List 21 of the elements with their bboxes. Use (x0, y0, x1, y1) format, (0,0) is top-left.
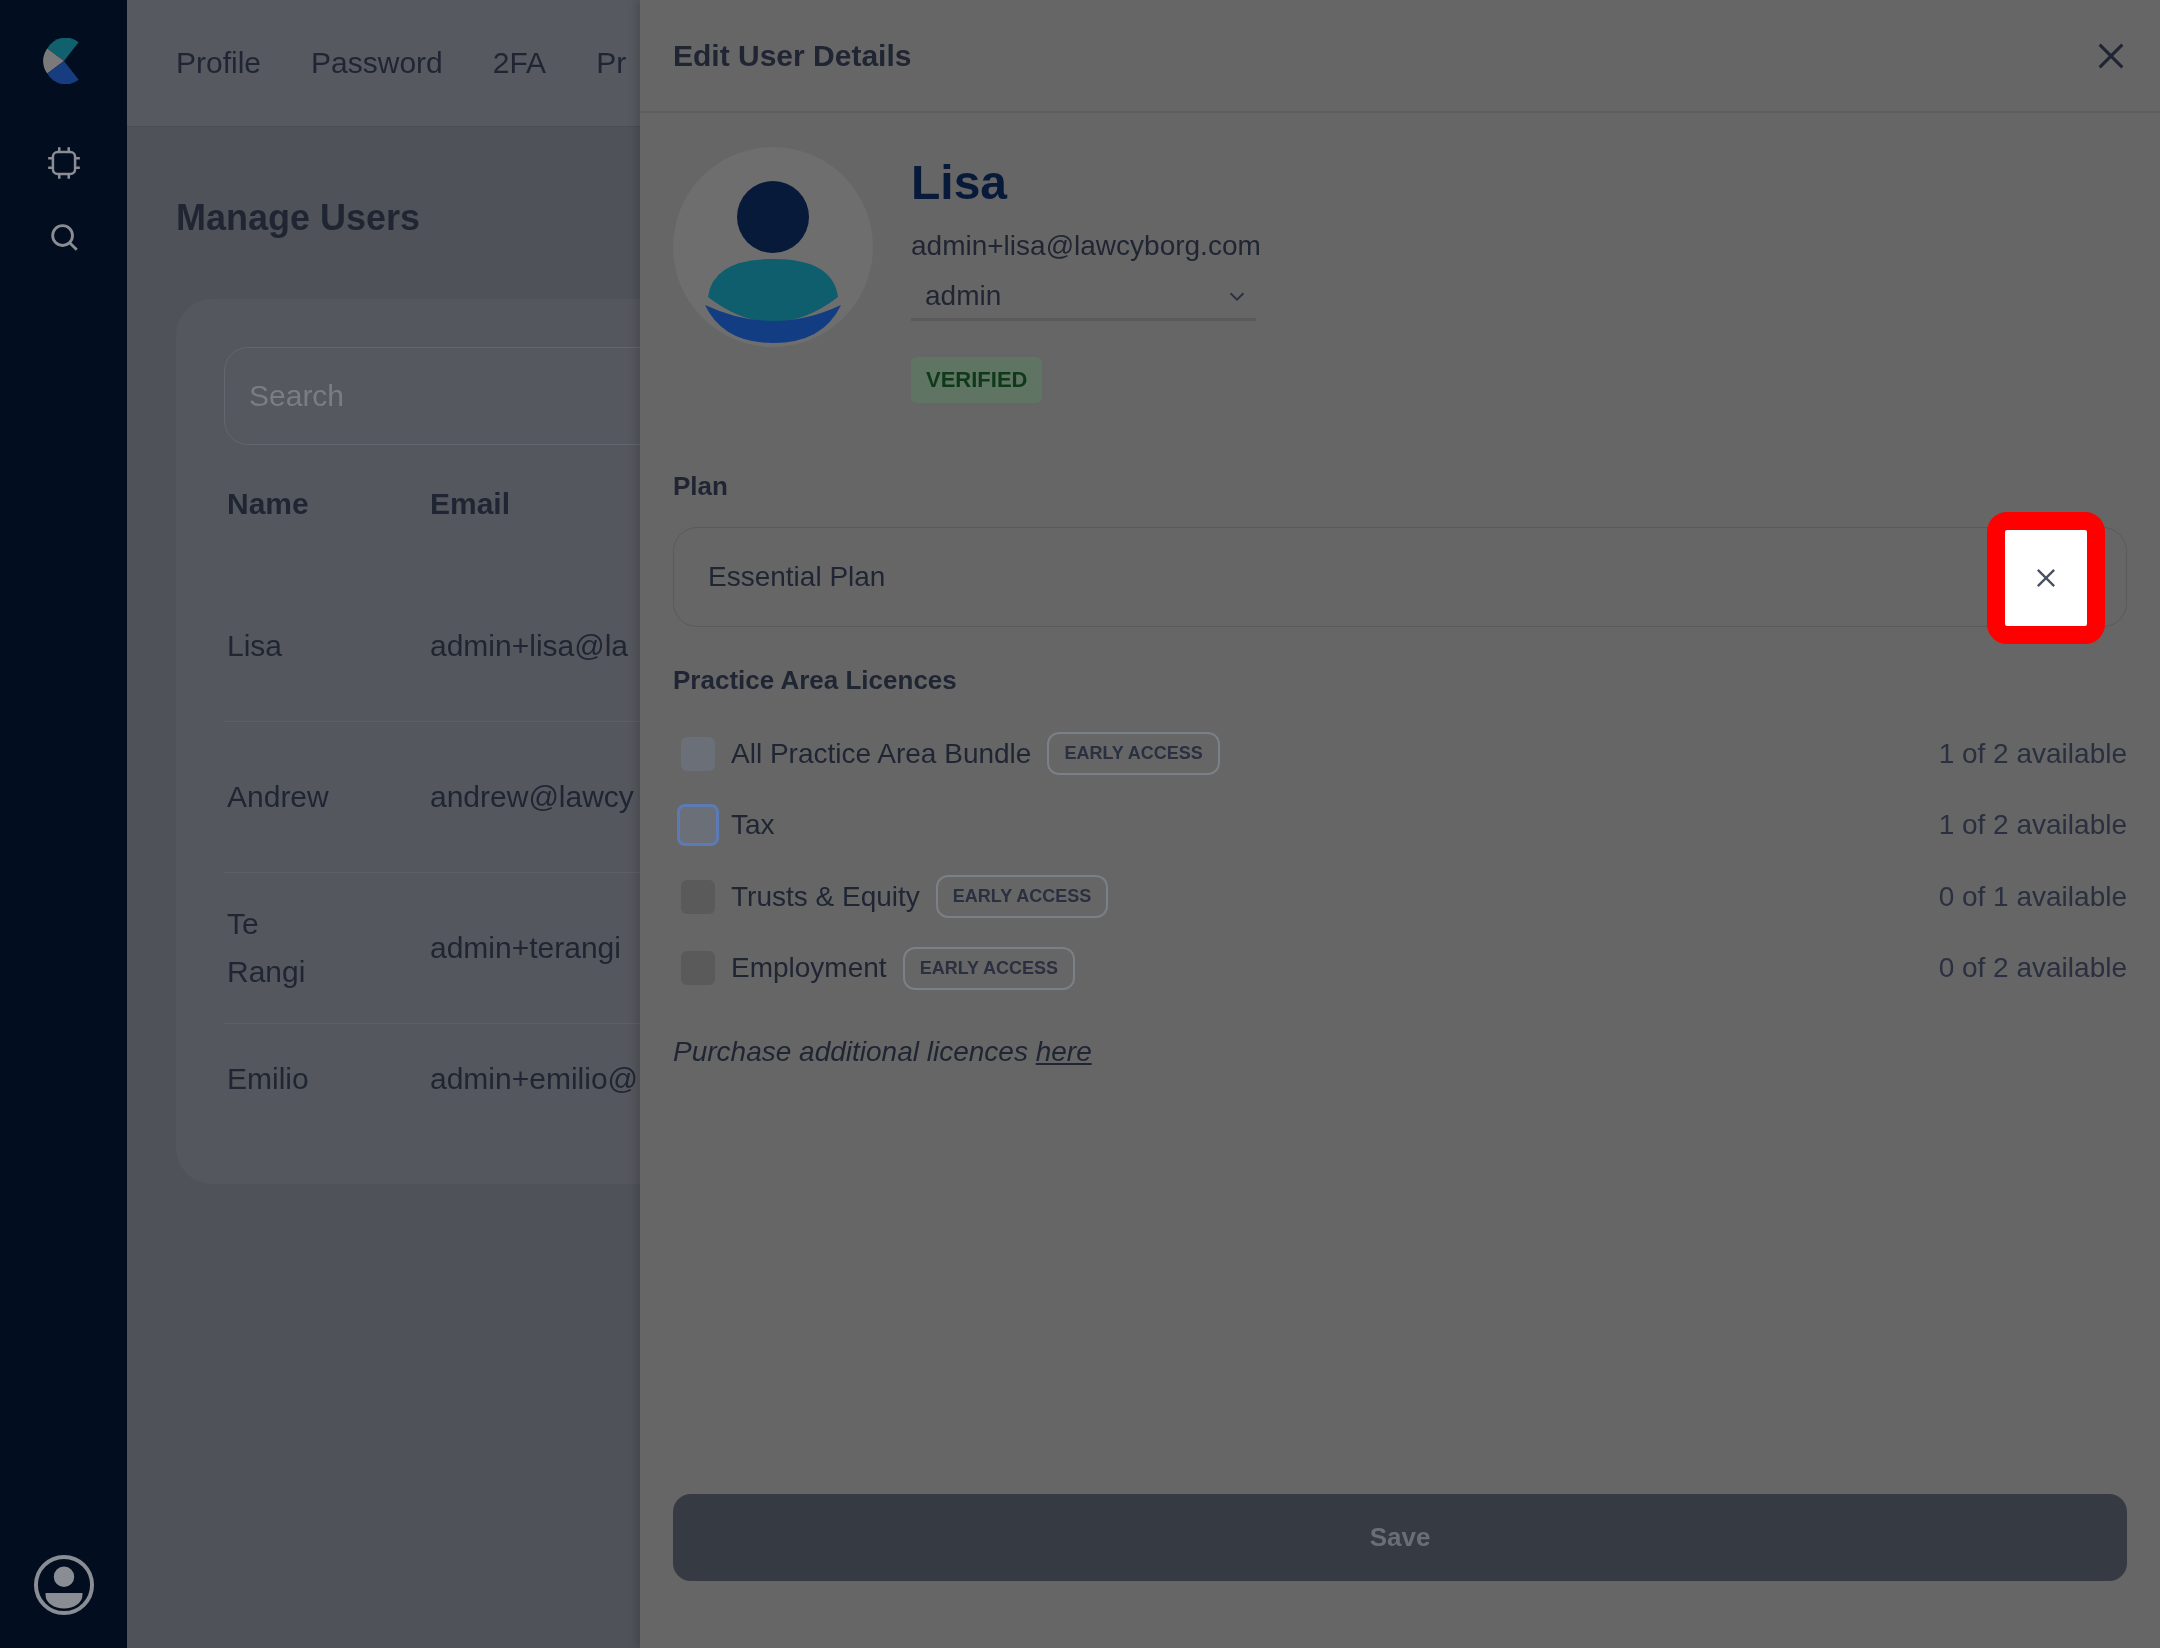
licence-label: Trusts & Equity (731, 880, 920, 913)
plan-label: Plan (673, 471, 729, 502)
purchase-note: Purchase additional licences here (673, 1036, 1093, 1068)
availability-text: 1 of 2 available (1938, 809, 2127, 842)
user-name: Lisa (911, 155, 1008, 210)
availability-text: 1 of 2 available (1938, 737, 2127, 770)
early-access-tag: EARLY ACCESS (902, 946, 1075, 990)
status-badge: VERIFIED (911, 357, 1043, 403)
availability-text: 0 of 2 available (1938, 952, 2127, 985)
user-email: admin+lisa@lawcyborg.com (911, 230, 1261, 262)
checkbox[interactable] (677, 804, 719, 847)
panel-title: Edit User Details (673, 38, 912, 73)
role-select[interactable]: admin (911, 280, 1256, 321)
availability-text: 0 of 1 available (1938, 880, 2127, 913)
early-access-tag: EARLY ACCESS (1047, 732, 1220, 776)
licence-label: All Practice Area Bundle (731, 737, 1032, 770)
licences-heading: Practice Area Licences (673, 665, 958, 696)
licence-label: Tax (731, 809, 775, 842)
purchase-link[interactable]: here (1035, 1036, 1092, 1067)
licence-label: Employment (731, 952, 887, 985)
early-access-tag: EARLY ACCESS (935, 875, 1109, 919)
